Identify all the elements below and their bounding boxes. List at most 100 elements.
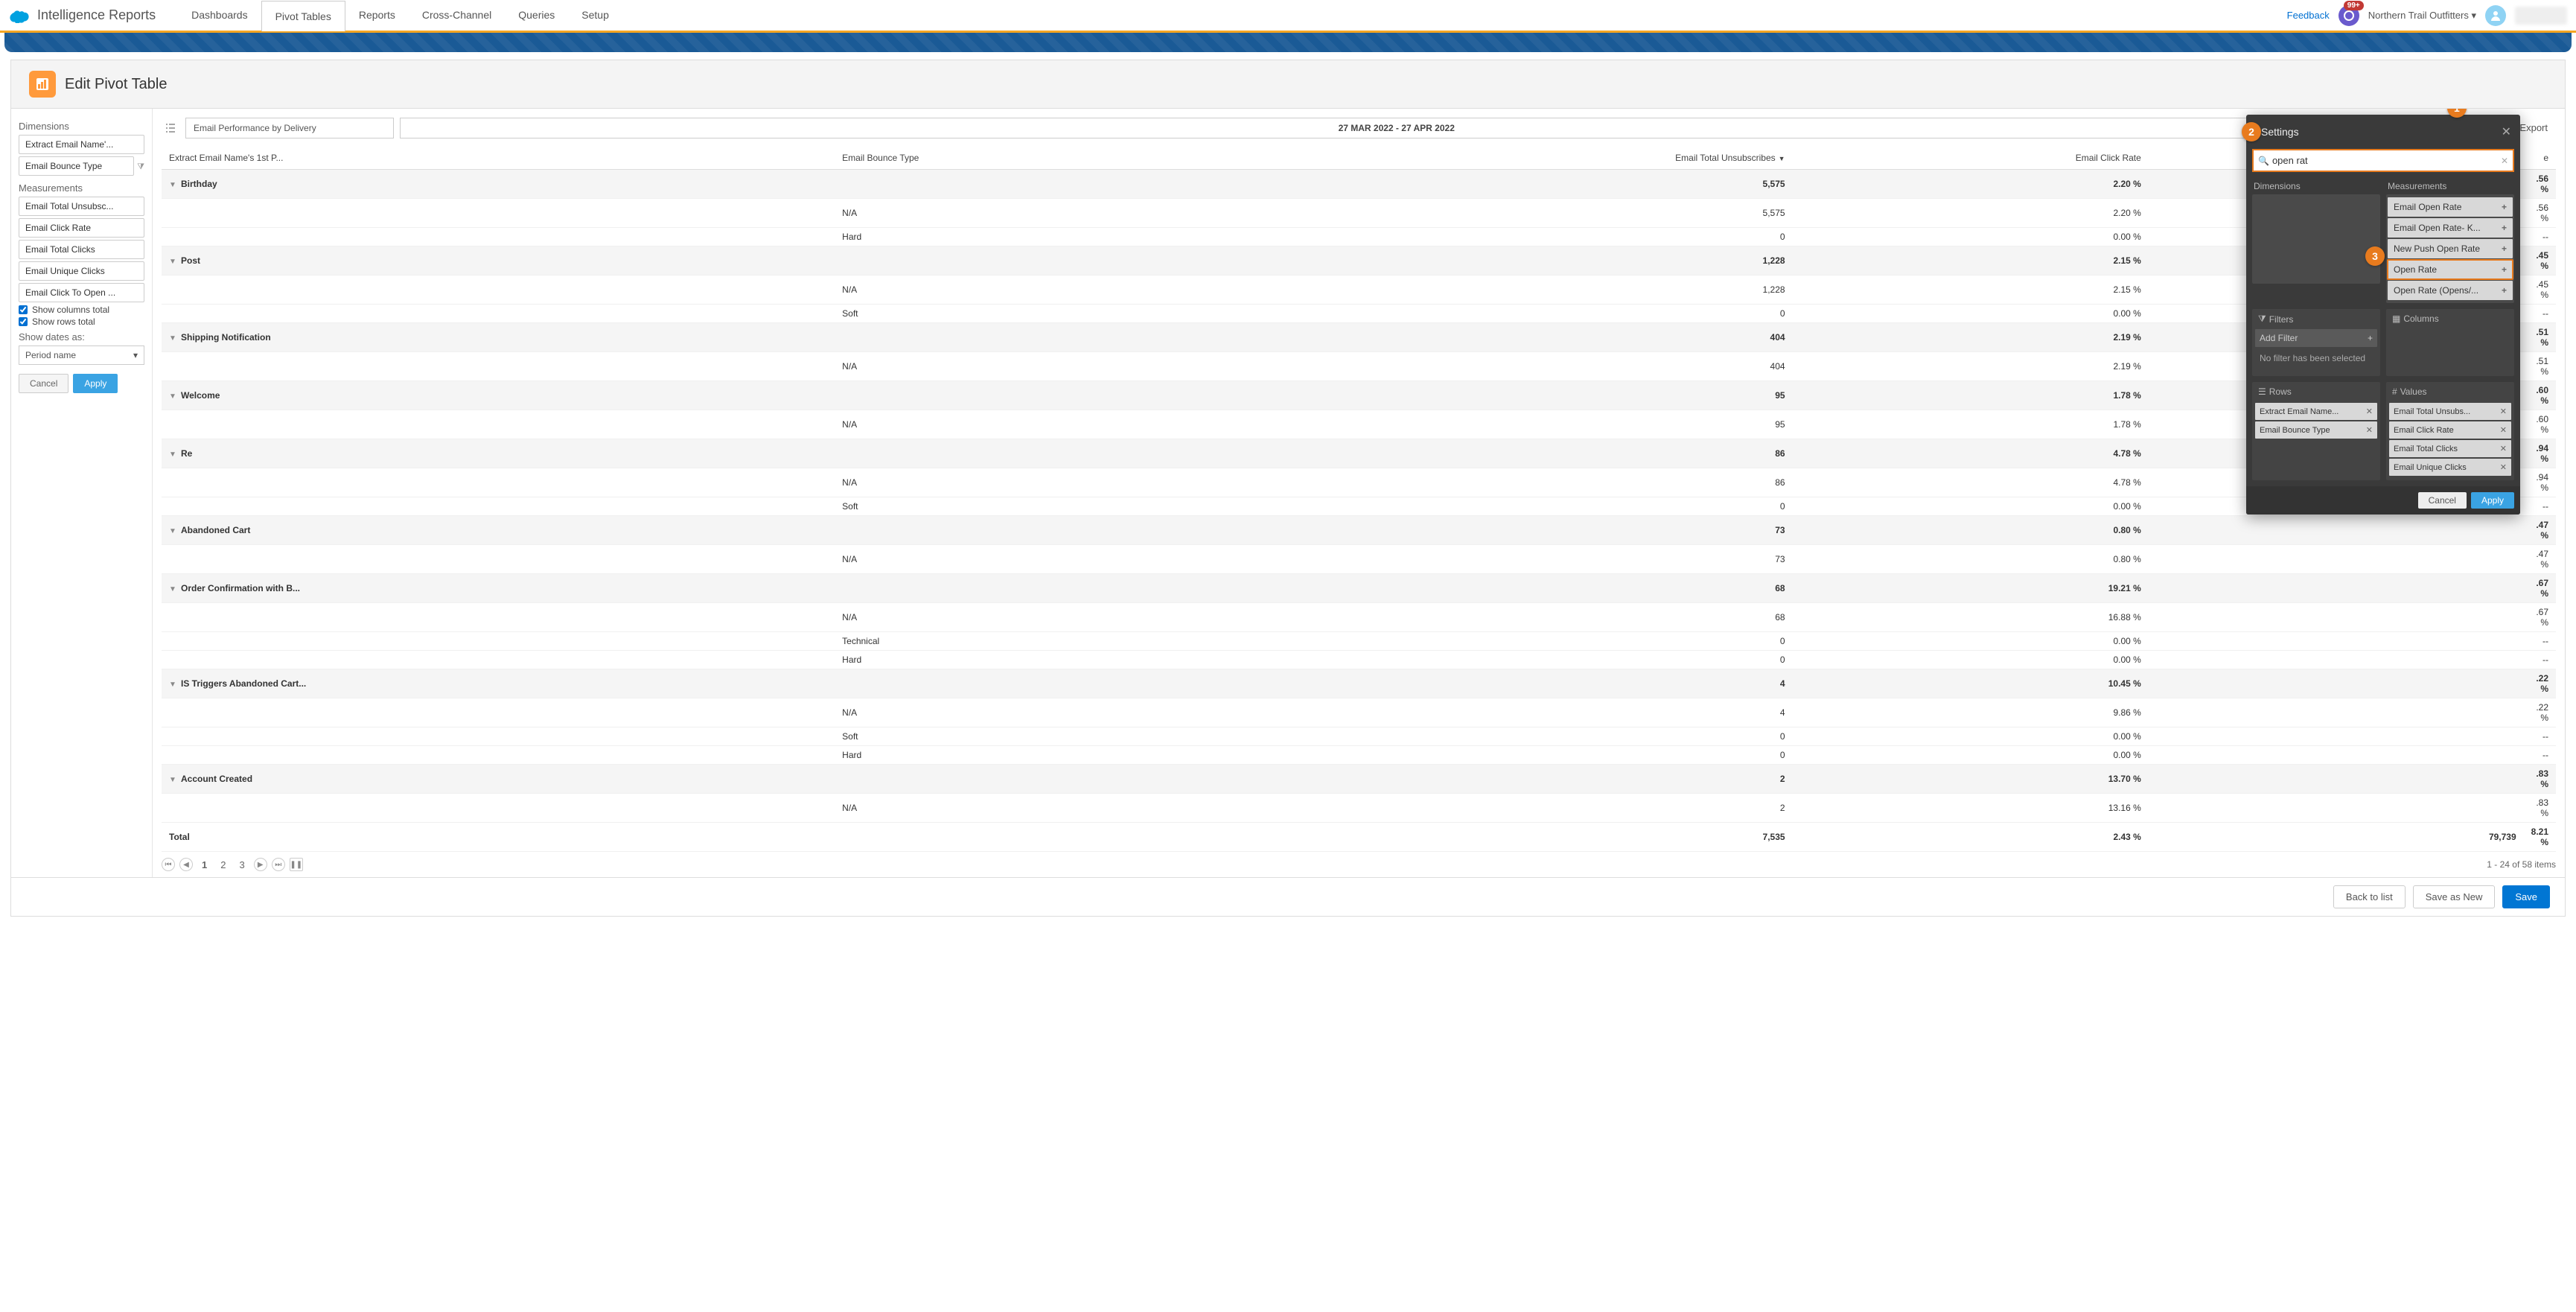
pager-pause-button[interactable]: ❚❚ xyxy=(290,858,303,871)
plus-icon[interactable]: + xyxy=(2502,202,2507,212)
value-tag[interactable]: Email Total Clicks✕ xyxy=(2389,440,2511,457)
value-tag[interactable]: Email Total Unsubs...✕ xyxy=(2389,403,2511,420)
pager-last-button[interactable]: ⏭ xyxy=(272,858,285,871)
table-group-row[interactable]: ▼Order Confirmation with B...6819.21 %.6… xyxy=(162,574,2556,603)
notification-icon[interactable]: 99+ xyxy=(2339,5,2359,26)
collapse-icon[interactable]: ▼ xyxy=(169,392,176,401)
remove-icon[interactable]: ✕ xyxy=(2366,407,2373,416)
back-to-list-button[interactable]: Back to list xyxy=(2333,885,2406,908)
pager-prev-button[interactable]: ◀ xyxy=(179,858,193,871)
dimension-chip[interactable]: Extract Email Name'... xyxy=(19,135,144,154)
table-group-row[interactable]: ▼Birthday5,5752.20 %.56 % xyxy=(162,170,2556,199)
tab-dashboards[interactable]: Dashboards xyxy=(178,0,261,31)
dimensions-results-list xyxy=(2252,194,2380,284)
tab-reports[interactable]: Reports xyxy=(345,0,409,31)
collapse-icon[interactable]: ▼ xyxy=(169,527,176,535)
value-tag[interactable]: Email Click Rate✕ xyxy=(2389,421,2511,439)
column-header[interactable]: Email Click Rate xyxy=(1793,147,2149,170)
measurement-chip[interactable]: Email Total Clicks xyxy=(19,240,144,259)
remove-icon[interactable]: ✕ xyxy=(2500,407,2507,416)
table-group-row[interactable]: ▼Re864.78 %.94 % xyxy=(162,439,2556,468)
settings-apply-button[interactable]: Apply xyxy=(2471,492,2514,509)
table-group-row[interactable]: ▼IS Triggers Abandoned Cart...410.45 %.2… xyxy=(162,669,2556,698)
show-rows-total-checkbox[interactable] xyxy=(19,317,28,326)
tab-setup[interactable]: Setup xyxy=(568,0,622,31)
table-row: Soft00.00 %-- xyxy=(162,727,2556,746)
user-avatar[interactable] xyxy=(2485,5,2506,26)
measurement-chip[interactable]: Email Click Rate xyxy=(19,218,144,238)
settings-panel: 2 Settings ✕ 🔍 ✕ Dimensions Measurements… xyxy=(2246,115,2520,515)
tab-queries[interactable]: Queries xyxy=(505,0,568,31)
table-row: Hard00.00 %-- xyxy=(162,651,2556,669)
remove-icon[interactable]: ✕ xyxy=(2500,425,2507,435)
settings-cancel-button[interactable]: Cancel xyxy=(2418,492,2467,509)
close-icon[interactable]: ✕ xyxy=(2502,124,2511,139)
collapse-icon[interactable]: ▼ xyxy=(169,681,176,689)
show-dates-select[interactable]: Period name▾ xyxy=(19,345,144,365)
remove-icon[interactable]: ✕ xyxy=(2366,425,2373,435)
tab-cross-channel[interactable]: Cross-Channel xyxy=(409,0,505,31)
report-name-input[interactable]: Email Performance by Delivery xyxy=(185,118,394,138)
clear-search-icon[interactable]: ✕ xyxy=(2501,156,2508,166)
measurement-result-item[interactable]: Open Rate (Opens/...+ xyxy=(2388,281,2513,300)
plus-icon[interactable]: + xyxy=(2502,285,2507,296)
pager-page[interactable]: 1 xyxy=(197,859,211,870)
page-title: Edit Pivot Table xyxy=(65,76,168,93)
table-row: N/A1,2282.15 %.45 % xyxy=(162,276,2556,305)
rows-icon: ☰ xyxy=(2258,386,2266,397)
filter-icon[interactable]: ⧩ xyxy=(137,162,144,172)
measurement-result-item[interactable]: New Push Open Rate+ xyxy=(2388,239,2513,258)
plus-icon[interactable]: + xyxy=(2502,243,2507,254)
settings-search-input[interactable] xyxy=(2269,153,2501,168)
topbar: Intelligence Reports Dashboards Pivot Ta… xyxy=(0,0,2576,33)
columns-icon: ▦ xyxy=(2392,313,2400,324)
table-group-row[interactable]: ▼Shipping Notification4042.19 %.51 % xyxy=(162,323,2556,352)
save-as-new-button[interactable]: Save as New xyxy=(2413,885,2496,908)
org-picker[interactable]: Northern Trail Outfitters ▾ xyxy=(2368,10,2476,22)
value-tag[interactable]: Email Unique Clicks✕ xyxy=(2389,459,2511,476)
column-header[interactable]: Extract Email Name's 1st P... xyxy=(162,147,835,170)
measurement-chip[interactable]: Email Total Unsubsc... xyxy=(19,197,144,216)
sidebar-cancel-button[interactable]: Cancel xyxy=(19,374,68,393)
dimension-chip[interactable]: Email Bounce Type xyxy=(19,156,134,176)
collapse-icon[interactable]: ▼ xyxy=(169,585,176,593)
column-header[interactable]: Email Bounce Type xyxy=(835,147,1240,170)
column-header[interactable]: Email Total Unsubscribes▼ xyxy=(1240,147,1792,170)
measurement-chip[interactable]: Email Unique Clicks xyxy=(19,261,144,281)
table-group-row[interactable]: ▼Post1,2282.15 %.45 % xyxy=(162,246,2556,276)
tab-pivot-tables[interactable]: Pivot Tables xyxy=(261,1,345,31)
save-button[interactable]: Save xyxy=(2502,885,2550,908)
collapse-icon[interactable]: ▼ xyxy=(169,258,176,266)
plus-icon[interactable]: + xyxy=(2502,264,2507,275)
row-tag[interactable]: Extract Email Name...✕ xyxy=(2255,403,2377,420)
list-view-icon[interactable] xyxy=(162,119,179,137)
row-tag[interactable]: Email Bounce Type✕ xyxy=(2255,421,2377,439)
sidebar-apply-button[interactable]: Apply xyxy=(73,374,118,393)
date-range-picker[interactable]: 27 MAR 2022 - 27 APR 2022 xyxy=(400,118,2393,138)
plus-icon[interactable]: + xyxy=(2502,223,2507,233)
pager-first-button[interactable]: ⏮ xyxy=(162,858,175,871)
measurement-result-item[interactable]: Email Open Rate- K...+ xyxy=(2388,218,2513,238)
remove-icon[interactable]: ✕ xyxy=(2500,444,2507,453)
column-header-partial[interactable]: e xyxy=(2524,147,2556,170)
measurement-chip[interactable]: Email Click To Open ... xyxy=(19,283,144,302)
collapse-icon[interactable]: ▼ xyxy=(169,450,176,459)
table-row: N/A5,5752.20 %.56 % xyxy=(162,199,2556,228)
pager-next-button[interactable]: ▶ xyxy=(254,858,267,871)
collapse-icon[interactable]: ▼ xyxy=(169,776,176,784)
measurement-result-item[interactable]: Email Open Rate+ xyxy=(2388,197,2513,217)
collapse-icon[interactable]: ▼ xyxy=(169,181,176,189)
table-group-row[interactable]: ▼Abandoned Cart730.80 %.47 % xyxy=(162,516,2556,545)
table-group-row[interactable]: ▼Welcome951.78 %.60 % xyxy=(162,381,2556,410)
nav-tabs: Dashboards Pivot Tables Reports Cross-Ch… xyxy=(178,0,622,31)
feedback-link[interactable]: Feedback xyxy=(2287,10,2330,21)
collapse-icon[interactable]: ▼ xyxy=(169,334,176,343)
main-content: Email Performance by Delivery 27 MAR 202… xyxy=(153,109,2565,877)
pager-page[interactable]: 2 xyxy=(216,859,230,870)
table-group-row[interactable]: ▼Account Created213.70 %.83 % xyxy=(162,765,2556,794)
remove-icon[interactable]: ✕ xyxy=(2500,462,2507,472)
measurement-result-item[interactable]: Open Rate+ xyxy=(2388,260,2513,279)
pager-page[interactable]: 3 xyxy=(235,859,249,870)
show-columns-total-checkbox[interactable] xyxy=(19,305,28,314)
add-filter-button[interactable]: Add Filter+ xyxy=(2255,329,2377,347)
